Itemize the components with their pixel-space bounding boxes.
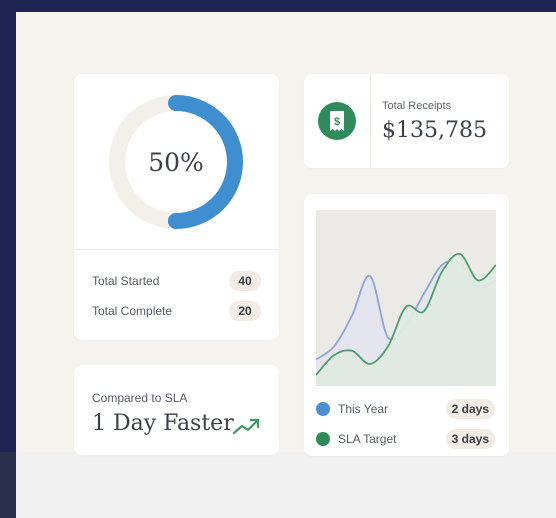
legend-row-this-year: This Year 2 days — [316, 398, 495, 420]
divider — [74, 249, 279, 250]
stat-badge: 20 — [229, 301, 261, 321]
legend-badge: 2 days — [445, 399, 495, 419]
legend-badge: 3 days — [445, 429, 495, 449]
stat-label: Total Started — [92, 274, 160, 288]
sla-label: Compared to SLA — [92, 391, 188, 405]
stat-row-complete: Total Complete 20 — [92, 300, 261, 322]
progress-donut: 50% — [108, 94, 244, 230]
stat-label: Total Complete — [92, 304, 173, 318]
legend-row-sla-target: SLA Target 3 days — [316, 428, 495, 450]
divider — [370, 74, 371, 168]
receipts-label: Total Receipts — [382, 100, 452, 112]
area-chart — [315, 210, 497, 386]
chart-card: This Year 2 days SLA Target 3 days — [304, 194, 509, 456]
sla-card: Compared to SLA 1 Day Faster — [74, 365, 279, 455]
panel-footer — [16, 452, 556, 518]
receipts-value: $135,785 — [382, 118, 487, 143]
trend-up-icon — [232, 418, 260, 435]
legend-dot — [316, 432, 330, 446]
legend-label: This Year — [338, 402, 389, 416]
legend-label: SLA Target — [338, 432, 397, 446]
legend-dot — [316, 402, 330, 416]
sla-value: 1 Day Faster — [92, 411, 234, 436]
stat-row-started: Total Started 40 — [92, 270, 261, 292]
stat-badge: 40 — [229, 271, 261, 291]
progress-card: 50% Total Started 40 Total Complete 20 — [74, 74, 279, 340]
progress-percent: 50% — [148, 147, 204, 177]
svg-text:$: $ — [334, 116, 340, 128]
receipts-card: $ Total Receipts $135,785 — [304, 74, 509, 168]
receipt-dollar-icon: $ — [318, 102, 356, 140]
